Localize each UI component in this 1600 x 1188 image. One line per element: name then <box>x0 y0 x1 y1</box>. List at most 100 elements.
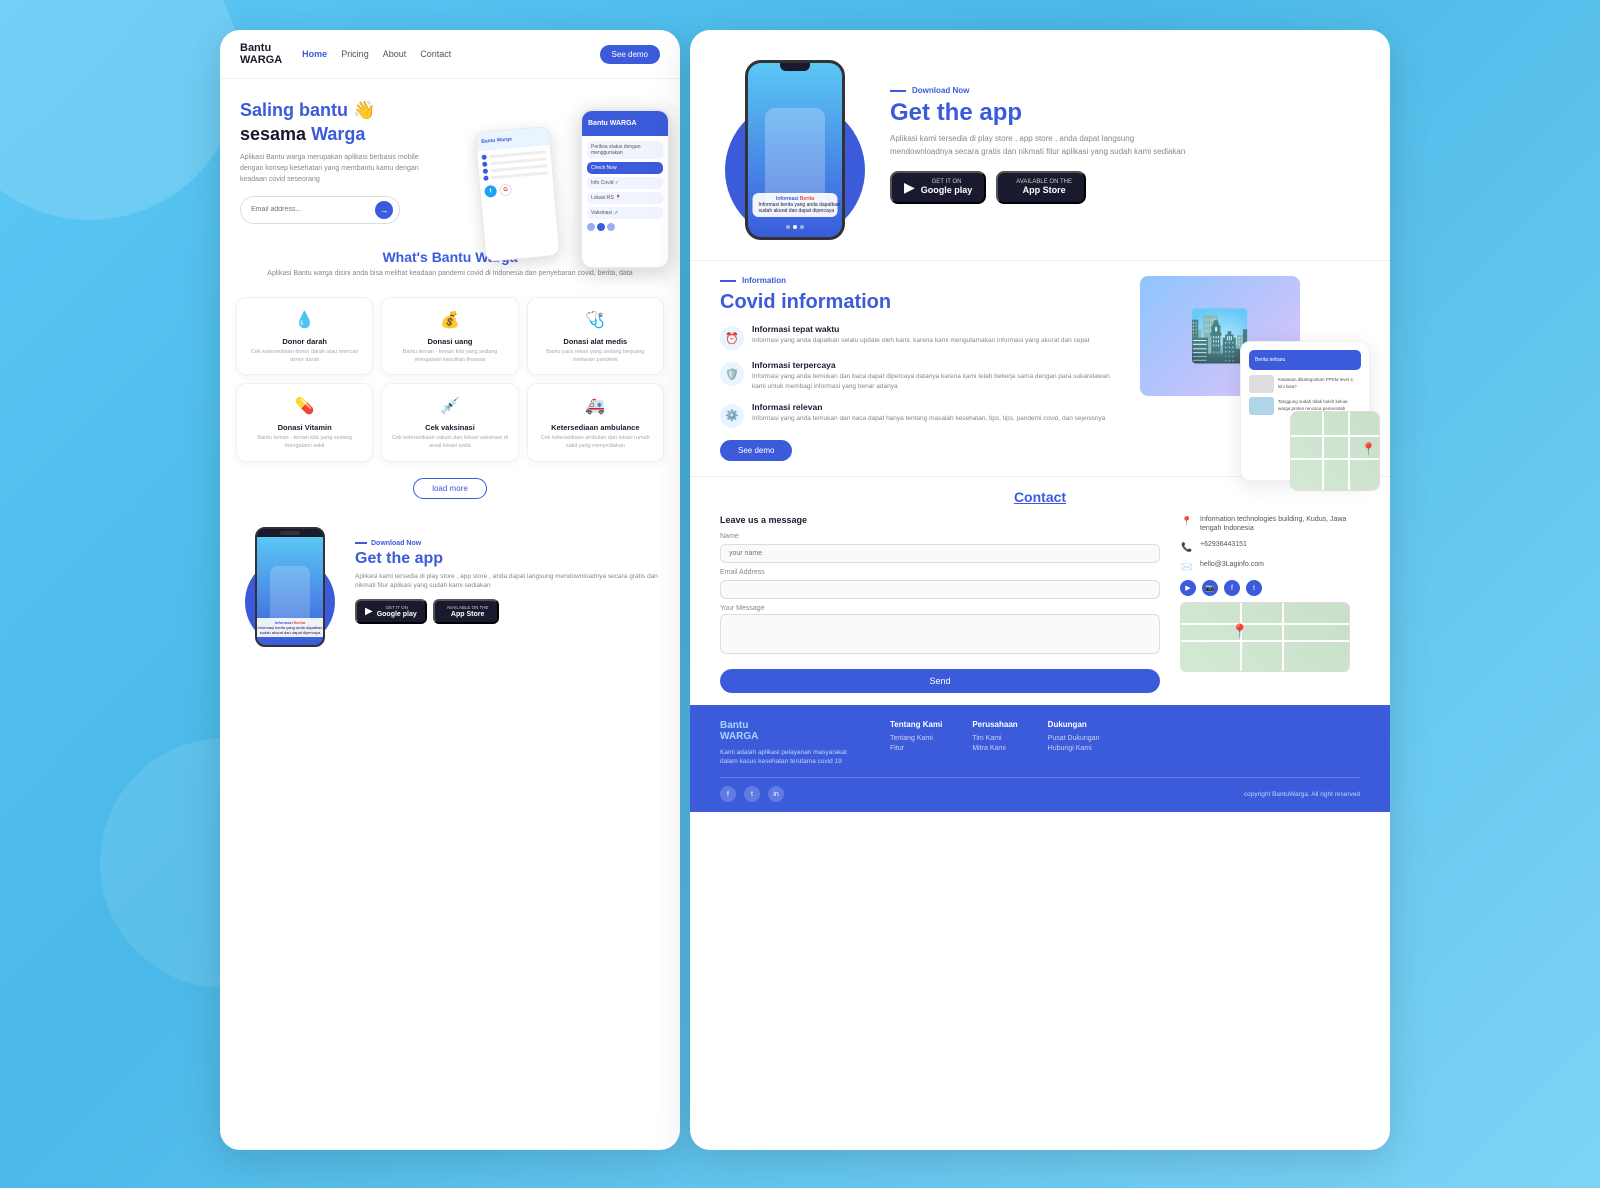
clock-icon: ⏰ <box>720 326 744 350</box>
app-store-button[interactable]: AVAILABLE ON THE App Store <box>433 599 499 624</box>
see-demo-button[interactable]: See demo <box>600 45 660 64</box>
footer-link-support[interactable]: Pusat Dukungan <box>1048 735 1100 742</box>
load-more-button[interactable]: load more <box>413 478 487 499</box>
footer-col-about: Tentang Kami Tentang Kami Fitur <box>890 720 942 768</box>
email-field: Email Address <box>720 569 1160 599</box>
facebook-contact-icon[interactable]: f <box>1224 580 1240 596</box>
right-phone-wrap: Informasi Berita Informasi berita yang a… <box>720 50 870 240</box>
left-panel: Bantu WARGA Home Pricing About Contact S… <box>220 30 680 1150</box>
contact-info: 📍 Information technologies building, Kud… <box>1180 515 1360 693</box>
covid-feature-2: 🛡️ Informasi terpercaya Informasi yang a… <box>720 360 1120 392</box>
covid-feature-3: ⚙️ Informasi relevan Informasi yang anda… <box>720 402 1120 428</box>
right-phone-screen: Informasi Berita Informasi berita yang a… <box>748 63 842 237</box>
covid-left: Information Covid information ⏰ Informas… <box>720 276 1120 461</box>
address-item: 📍 Information technologies building, Kud… <box>1180 515 1360 535</box>
right-phone-info-badge: Informasi Berita Informasi berita yang a… <box>753 193 838 217</box>
footer-logo: Bantu WARGA <box>720 720 860 742</box>
twitter-contact-icon[interactable]: t <box>1246 580 1262 596</box>
right-get-app-title: Get the app <box>890 99 1360 127</box>
footer-link-fitur[interactable]: Fitur <box>890 745 942 752</box>
google-play-icon: ▶ <box>365 606 373 617</box>
covid-title: Covid information <box>720 291 1120 314</box>
email-input[interactable] <box>251 206 375 213</box>
right-phone-notch <box>780 63 810 71</box>
map-thumbnail: 📍 <box>1290 411 1380 491</box>
phone-secondary: Bantu Warga t G <box>474 126 560 262</box>
feature-card-money: 💰 Donasi uang Bantu teman - teman kita y… <box>381 297 518 375</box>
gear-icon: ⚙️ <box>720 404 744 428</box>
dot-1 <box>786 225 790 229</box>
instagram-icon[interactable]: 📷 <box>1202 580 1218 596</box>
location-icon: 📍 <box>1180 515 1194 529</box>
contact-form: Leave us a message Name Email Address Yo… <box>720 515 1160 693</box>
name-input[interactable] <box>720 544 1160 563</box>
footer-link-mitra[interactable]: Mitra Kami <box>972 745 1017 752</box>
app-phone-device: Informasi Berita Informasi berita yang a… <box>255 527 325 647</box>
dot-3 <box>800 225 804 229</box>
phone-main: Bantu WARGA Periksa status dengan menggu… <box>580 109 670 269</box>
phone-secondary-body: t G <box>477 145 554 202</box>
send-button[interactable]: Send <box>720 669 1160 693</box>
download-label: Download Now <box>355 540 660 547</box>
footer-link-contact[interactable]: Hubungi Kami <box>1048 745 1100 752</box>
email-input-row: → <box>240 196 400 224</box>
app-phone-notch <box>257 529 323 537</box>
right-get-app-section: Informasi Berita Informasi berita yang a… <box>690 30 1390 261</box>
nav-home[interactable]: Home <box>302 49 327 59</box>
feature-card-vaccine: 💉 Cek vaksinasi Cek ketersediaan vaksin … <box>381 383 518 461</box>
medkit-icon: 🩺 <box>583 308 607 332</box>
footer-col-support: Dukungan Pusat Dukungan Hubungi Kami <box>1048 720 1100 768</box>
message-textarea[interactable] <box>720 614 1160 654</box>
get-app-title: Get the app <box>355 550 660 568</box>
bg-circle-1 <box>0 0 240 220</box>
contact-map-pin: 📍 <box>1231 623 1248 640</box>
right-google-play-button[interactable]: ▶ GET IT ON Google play <box>890 171 986 204</box>
message-field: Your Message <box>720 605 1160 659</box>
news-header: Berita terbaru <box>1249 350 1361 370</box>
feature-card-vitamin: 💊 Donasi Vitamin Bantu teman - teman kit… <box>236 383 373 461</box>
app-phone-wrap: Informasi Berita Informasi berita yang a… <box>240 517 340 647</box>
footer-link-tentang[interactable]: Tentang Kami <box>890 735 942 742</box>
right-get-app-description: Aplikasi kami tersedia di play store , a… <box>890 133 1190 159</box>
load-more-row: load more <box>220 470 680 507</box>
covid-feature-1: ⏰ Informasi tepat waktu Informasi yang a… <box>720 324 1120 350</box>
footer-top: Bantu WARGA Kami adalah aplikasi pelayan… <box>720 720 1360 768</box>
ambulance-icon: 🚑 <box>583 394 607 418</box>
footer-brand: Bantu WARGA Kami adalah aplikasi pelayan… <box>720 720 860 768</box>
nav-contact[interactable]: Contact <box>420 49 451 59</box>
footer-twitter-icon[interactable]: t <box>744 786 760 802</box>
phone-mockup-area: Bantu Warga t G Bantu WARGA Per <box>470 89 680 289</box>
footer-col-company: Perusahaan Tim Kami Mitra Kami <box>972 720 1017 768</box>
email-contact-item: ✉️ hello@3Laginfo.com <box>1180 560 1360 574</box>
footer-instagram-icon[interactable]: in <box>768 786 784 802</box>
news-thumb-2 <box>1249 397 1274 415</box>
social-row: ▶ 📷 f t <box>1180 580 1360 596</box>
news-item-1: Kawasan dikategorikan PPKM level 4, kini… <box>1249 375 1361 393</box>
info-section-label: Information <box>720 276 1120 285</box>
navbar: Bantu WARGA Home Pricing About Contact S… <box>220 30 680 79</box>
covid-section: Information Covid information ⏰ Informas… <box>690 261 1390 476</box>
google-play-button[interactable]: ▶ GET IT ON Google play <box>355 599 427 624</box>
get-app-section-left: Informasi Berita Informasi berita yang a… <box>220 507 680 657</box>
app-text-wrap: Download Now Get the app Aplikasi kami t… <box>355 540 660 625</box>
contact-section: Contact Leave us a message Name Email Ad… <box>690 476 1390 705</box>
get-app-description: Aplikasi kami tersedia di play store , a… <box>355 572 660 592</box>
youtube-icon[interactable]: ▶ <box>1180 580 1196 596</box>
right-app-store-button[interactable]: AVAILABLE ON THE App Store <box>996 171 1086 204</box>
phone-main-header: Bantu WARGA <box>582 111 668 136</box>
news-thumb-1 <box>1249 375 1274 393</box>
nav-pricing[interactable]: Pricing <box>341 49 369 59</box>
map-pin: 📍 <box>1361 442 1376 456</box>
covid-right: Berita terbaru Kawasan dikategorikan PPK… <box>1140 276 1360 461</box>
right-download-label: Download Now <box>890 86 1360 95</box>
email-submit-button[interactable]: → <box>375 201 393 219</box>
email-address-input[interactable] <box>720 580 1160 599</box>
footer-link-tim[interactable]: Tim Kami <box>972 735 1017 742</box>
hero-description: Aplikasi Bantu warga merupakan aplikasi … <box>240 152 440 186</box>
right-panel: Informasi Berita Informasi berita yang a… <box>690 30 1390 1150</box>
footer-facebook-icon[interactable]: f <box>720 786 736 802</box>
nav-about[interactable]: About <box>383 49 407 59</box>
vitamin-icon: 💊 <box>293 394 317 418</box>
see-demo-covid-button[interactable]: See demo <box>720 440 792 461</box>
footer-bottom: f t in copyright BantuWarga. All right r… <box>720 777 1360 802</box>
